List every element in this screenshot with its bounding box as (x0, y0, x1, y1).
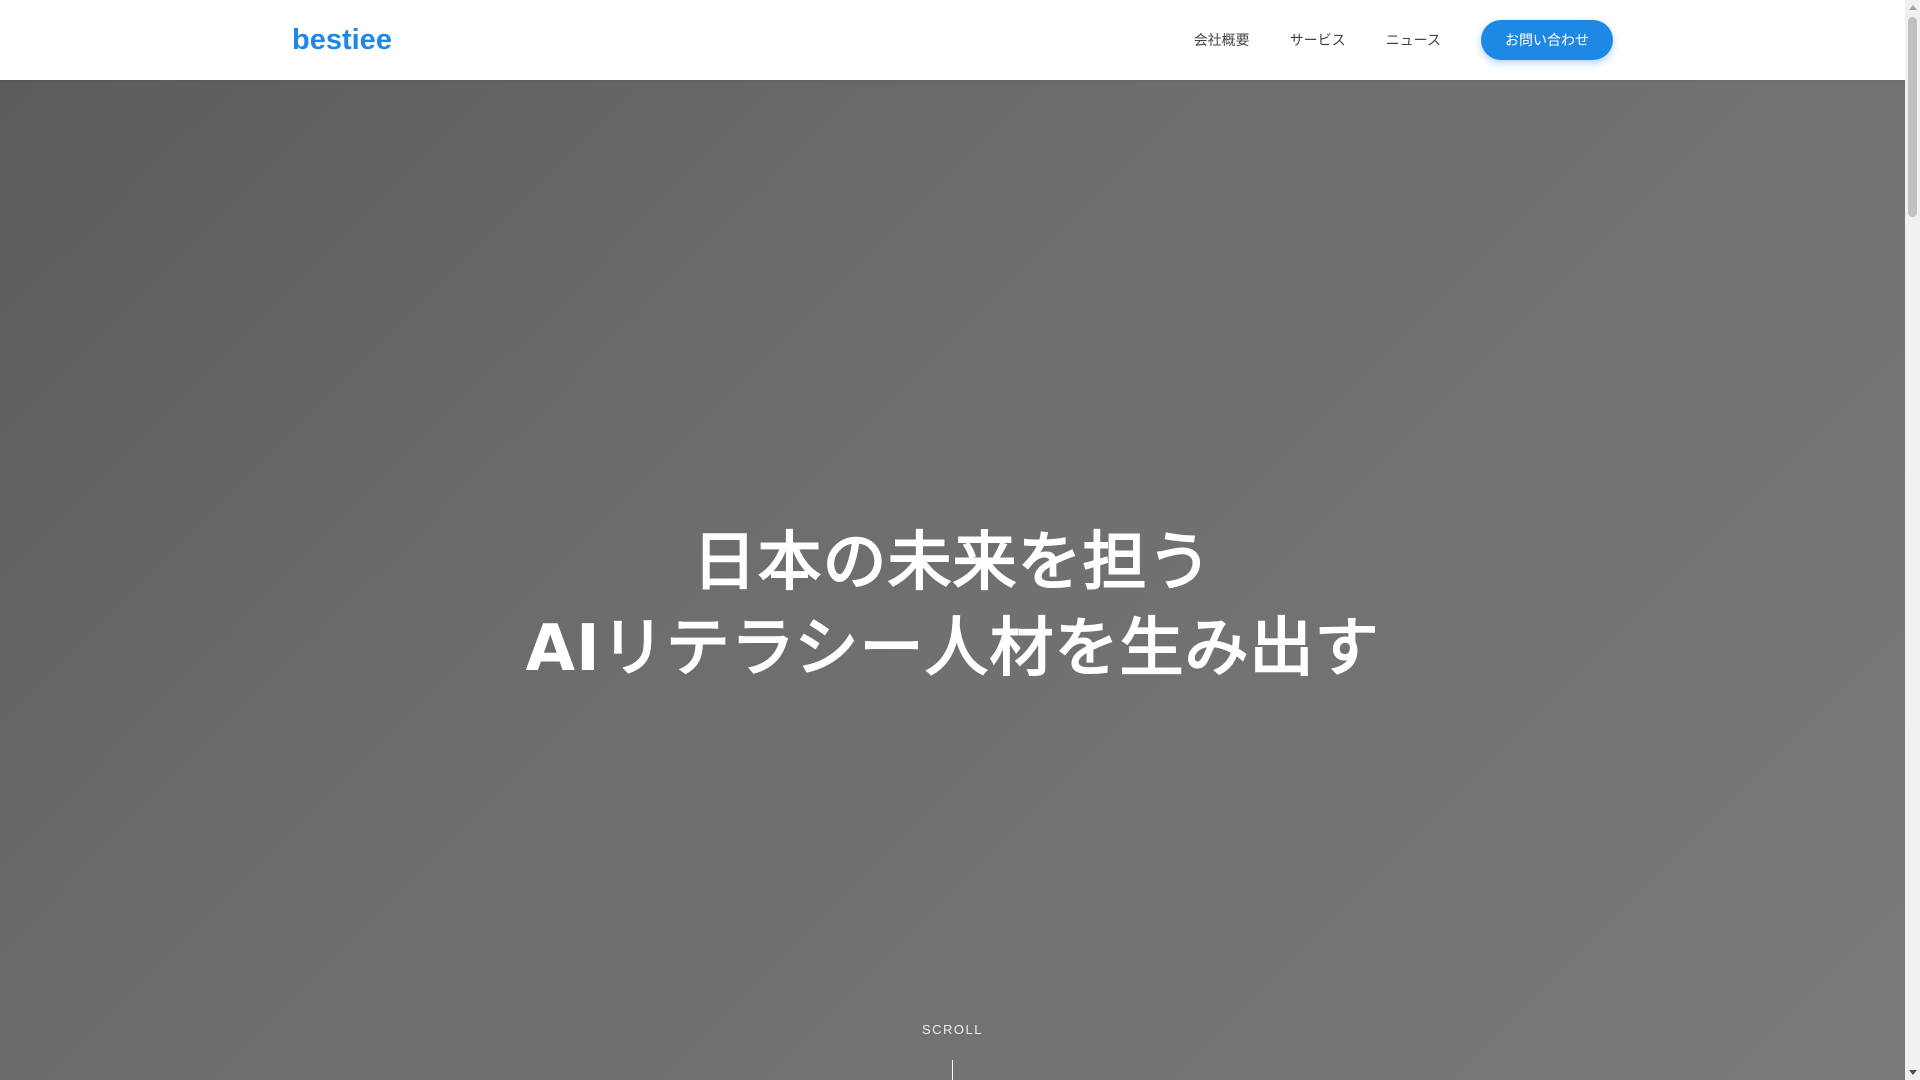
site-header: bestiee 会社概要 サービス ニュース お問い合わせ (0, 0, 1905, 80)
contact-button[interactable]: お問い合わせ (1481, 20, 1613, 60)
hero-title: 日本の未来を担う AIリテラシー人材を生み出す (0, 520, 1905, 692)
scroll-indicator[interactable]: SCROLL (0, 1022, 1905, 1037)
triangle-up-icon (1908, 5, 1917, 10)
hero-title-line-2: AIリテラシー人材を生み出す (525, 612, 1380, 686)
logo[interactable]: bestiee (292, 20, 392, 60)
page: bestiee 会社概要 サービス ニュース お問い合わせ 日本の未来を担う A… (0, 0, 1920, 1080)
hero-section: 日本の未来を担う AIリテラシー人材を生み出す SCROLL (0, 80, 1905, 1080)
scroll-label: SCROLL (921, 1022, 984, 1037)
page-scrollbar[interactable] (1905, 0, 1920, 1080)
scroll-down-arrow[interactable] (1905, 1065, 1920, 1080)
nav-link-services[interactable]: サービス (1290, 30, 1346, 50)
triangle-down-icon (1908, 1070, 1917, 1075)
nav-link-news[interactable]: ニュース (1386, 30, 1441, 50)
hero-title-line-1: 日本の未来を担う (692, 526, 1213, 600)
scroll-up-arrow[interactable] (1905, 0, 1920, 15)
scrollbar-thumb[interactable] (1908, 17, 1917, 217)
main-nav: 会社概要 サービス ニュース お問い合わせ (1194, 20, 1613, 60)
scroll-line (952, 1060, 953, 1080)
nav-link-company[interactable]: 会社概要 (1194, 30, 1250, 50)
